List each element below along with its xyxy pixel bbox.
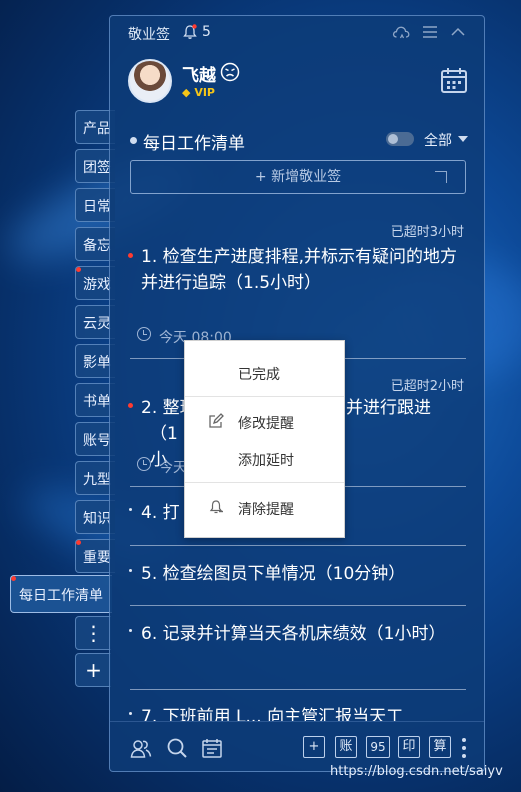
display-toggle[interactable]: [386, 132, 414, 146]
sidebar-tab-label: 知识: [83, 511, 111, 527]
sidebar-tab-label: 产品: [83, 121, 111, 137]
unread-dot: [76, 540, 81, 545]
menu-item-add-delay[interactable]: 添加延时: [185, 441, 344, 477]
sidebar-tab-label: 备忘: [83, 238, 111, 254]
sidebar-tab-label: 重要: [83, 550, 111, 566]
list-header: 每日工作清单 全部: [128, 129, 468, 154]
more-vertical-icon[interactable]: [460, 736, 468, 760]
menu-item-label: 修改提醒: [238, 416, 294, 432]
menu-item-label: 清除提醒: [238, 502, 294, 518]
menu-item-complete[interactable]: 已完成: [185, 355, 344, 391]
contacts-icon[interactable]: [130, 737, 152, 759]
task-text: 7. 下班前用 L... 向主管汇报当天工: [141, 707, 404, 721]
vip-badge: ◆ VIP: [182, 86, 215, 99]
edit-icon: [209, 413, 224, 428]
overdue-label: 已超时3小时: [390, 225, 464, 240]
bell-icon[interactable]: [182, 24, 198, 40]
sidebar-tab-label: 日常: [83, 199, 111, 215]
divider: [130, 545, 466, 546]
category-sidebar: 产品 团签 日常 备忘 游戏 云灵 影单 书单 账号 九型 知识 重要 每日工作…: [0, 0, 115, 792]
menu-item-label: 已完成: [238, 367, 280, 383]
app-title: 敬业签: [128, 27, 170, 43]
sidebar-tab-label: 影单: [83, 355, 111, 371]
sidebar-tab-label: 书单: [83, 394, 111, 410]
task-text-tail: 并进行跟进: [346, 398, 431, 418]
notes-icon[interactable]: [201, 737, 223, 759]
sidebar-tab-label: 团签: [83, 160, 111, 176]
bell-clear-icon: [209, 500, 223, 514]
calendar-icon[interactable]: [440, 66, 468, 94]
diamond-icon: ◆: [182, 86, 191, 99]
number-button[interactable]: 95: [366, 736, 390, 758]
task-item[interactable]: 7. 下班前用 L... 向主管汇报当天工: [110, 704, 484, 721]
notification-count: 5: [202, 24, 211, 40]
unread-dot: [11, 576, 16, 581]
clock-icon: [137, 457, 151, 471]
calculator-button[interactable]: 算: [429, 736, 451, 758]
context-menu: 已完成 修改提醒 添加延时 清除提醒: [184, 340, 345, 538]
username: 飞越: [182, 66, 216, 86]
bullet: [129, 569, 132, 572]
chevron-down-icon[interactable]: [458, 136, 468, 142]
unread-dot: [76, 267, 81, 272]
menu-item-edit-reminder[interactable]: 修改提醒: [185, 404, 344, 440]
divider: [130, 605, 466, 606]
angry-face-icon: [220, 62, 240, 82]
add-box-button[interactable]: +: [303, 736, 325, 758]
clock-icon: [137, 327, 151, 341]
filter-dropdown[interactable]: 全部: [424, 130, 452, 150]
menu-separator: [185, 482, 344, 483]
expand-icon[interactable]: [435, 171, 447, 183]
list-title: 每日工作清单: [143, 134, 245, 154]
overdue-label: 已超时2小时: [390, 379, 464, 394]
menu-item-label: 添加延时: [238, 453, 294, 469]
cloud-sync-icon[interactable]: [392, 24, 410, 40]
add-list-button[interactable]: +: [75, 653, 111, 687]
more-lists-button[interactable]: ⋮: [75, 616, 111, 650]
sidebar-tab-label: 账号: [83, 433, 111, 449]
search-icon[interactable]: [166, 737, 188, 759]
sidebar-tab-active[interactable]: 每日工作清单: [10, 575, 112, 613]
unread-dot: [128, 253, 133, 258]
bullet: [129, 712, 132, 715]
titlebar: 敬业签 5: [110, 16, 484, 50]
task-text: 6. 记录并计算当天各机床绩效（1小时）: [141, 624, 446, 644]
print-button[interactable]: 印: [398, 736, 420, 758]
unread-dot: [128, 403, 133, 408]
add-note-label: + 新增敬业签: [254, 169, 342, 185]
reminder-time: 今天: [159, 460, 187, 476]
add-note-button[interactable]: + 新增敬业签: [130, 160, 466, 194]
task-text: 1. 检查生产进度排程,并标示有疑问的地方并进行追踪（1.5小时）: [141, 247, 458, 293]
account-button[interactable]: 账: [335, 736, 357, 758]
divider: [130, 689, 466, 690]
menu-icon[interactable]: [421, 24, 439, 40]
bullet: [129, 508, 132, 511]
sidebar-tab-label: 每日工作清单: [19, 588, 103, 604]
sidebar-tab-label: 云灵: [83, 316, 111, 332]
sidebar-tab-label: 九型: [83, 472, 111, 488]
vip-label: VIP: [194, 86, 215, 99]
menu-separator: [185, 396, 344, 397]
menu-item-clear-reminder[interactable]: 清除提醒: [185, 490, 344, 526]
bullet: [129, 629, 132, 632]
task-text: 5. 检查绘图员下单情况（10分钟）: [141, 564, 406, 584]
watermark: https://blog.csdn.net/saiyv: [330, 764, 503, 779]
collapse-icon[interactable]: [449, 24, 467, 40]
list-dot: [130, 137, 137, 144]
sidebar-tab-label: 游戏: [83, 277, 111, 293]
avatar[interactable]: [128, 59, 172, 103]
